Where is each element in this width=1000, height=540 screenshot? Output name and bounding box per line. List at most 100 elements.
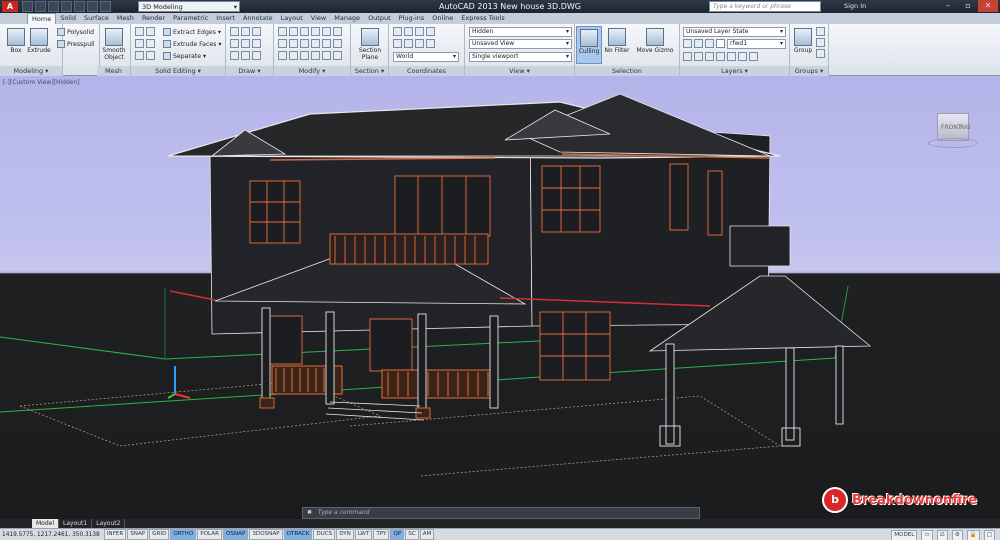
tab-output[interactable]: Output — [364, 13, 395, 24]
quick-view-layouts-icon[interactable]: ▭ — [921, 530, 933, 540]
match-layer-icon[interactable] — [705, 52, 714, 61]
ucs-dropdown[interactable]: World — [393, 52, 459, 62]
tab-surface[interactable]: Surface — [80, 13, 113, 24]
panel-label-draw[interactable]: Draw ▾ — [226, 66, 273, 76]
slice-icon[interactable] — [146, 39, 155, 48]
extrude-faces-button[interactable]: Extrude Faces ▾ — [163, 39, 221, 50]
group-edit-icon[interactable] — [816, 38, 825, 47]
toggle-sc[interactable]: SC — [405, 529, 419, 540]
region-icon[interactable] — [252, 51, 261, 60]
mirror-icon[interactable] — [311, 27, 320, 36]
search-input[interactable]: Type a keyword or phrase — [709, 1, 821, 12]
layer-freeze-icon[interactable] — [694, 39, 703, 48]
toggle-ducs[interactable]: DUCS — [313, 529, 336, 540]
undo-icon[interactable] — [87, 1, 98, 12]
tab-annotate[interactable]: Annotate — [239, 13, 277, 24]
move-gizmo-button[interactable]: Move Gizmo — [635, 26, 675, 64]
line-icon[interactable] — [230, 27, 239, 36]
group-select-icon[interactable] — [816, 49, 825, 58]
fillet-icon[interactable] — [322, 27, 331, 36]
close-icon[interactable]: ✕ — [978, 0, 998, 12]
union-icon[interactable] — [135, 27, 144, 36]
tab-home[interactable]: Home — [27, 13, 57, 24]
toggle-am[interactable]: AM — [419, 529, 435, 540]
ellipse-icon[interactable] — [241, 51, 250, 60]
toggle-polar[interactable]: POLAR — [197, 529, 222, 540]
group-button[interactable]: Group — [792, 26, 814, 64]
extrude-button[interactable]: Extrude — [24, 26, 54, 64]
ucs-z-icon[interactable] — [393, 39, 402, 48]
toggle-osnap[interactable]: OSNAP — [223, 529, 249, 540]
tab-layout[interactable]: Layout — [277, 13, 307, 24]
polyline-icon[interactable] — [241, 27, 250, 36]
ucs-view-icon[interactable] — [404, 39, 413, 48]
erase-icon[interactable] — [333, 39, 342, 48]
command-line[interactable]: ✖ Type a command — [302, 507, 700, 519]
command-input[interactable]: Type a command — [318, 509, 370, 516]
offset-icon[interactable] — [322, 39, 331, 48]
tab-insert[interactable]: Insert — [212, 13, 239, 24]
tab-mesh[interactable]: Mesh — [113, 13, 138, 24]
thicken-icon[interactable] — [146, 51, 155, 60]
toggle-lwt[interactable]: LWT — [354, 529, 373, 540]
open-icon[interactable] — [35, 1, 46, 12]
panel-label-solid-editing[interactable]: Solid Editing ▾ — [131, 66, 225, 76]
workspace-switch-icon[interactable]: ⚙ — [951, 530, 963, 540]
tab-view[interactable]: View — [307, 13, 330, 24]
current-layer-dropdown[interactable]: rfwd1 — [727, 39, 786, 49]
saved-view-dropdown[interactable]: Unsaved View — [469, 39, 572, 49]
make-current-icon[interactable] — [694, 52, 703, 61]
toggle-otrack[interactable]: OTRACK — [283, 529, 313, 540]
hatch-icon[interactable] — [252, 39, 261, 48]
arc-icon[interactable] — [230, 39, 239, 48]
no-filter-button[interactable]: No Filter — [603, 26, 631, 64]
section-plane-button[interactable]: Section Plane — [355, 26, 385, 64]
layer-on-icon[interactable] — [683, 39, 692, 48]
array-icon[interactable] — [333, 27, 342, 36]
save-icon[interactable] — [48, 1, 59, 12]
layer-properties-icon[interactable] — [683, 52, 692, 61]
tab-express-tools[interactable]: Express Tools — [457, 13, 508, 24]
3d-rotate-icon[interactable] — [289, 51, 298, 60]
panel-label-section[interactable]: Section ▾ — [351, 66, 388, 76]
layer-off-icon[interactable] — [749, 52, 758, 61]
sign-in-button[interactable]: Sign In — [844, 1, 866, 12]
extract-edges-button[interactable]: Extract Edges ▾ — [163, 27, 221, 38]
scale-icon[interactable] — [278, 39, 287, 48]
toggle-tpy[interactable]: TPY — [373, 529, 390, 540]
minimize-icon[interactable]: – — [938, 0, 958, 12]
viewport-config-dropdown[interactable]: Single viewport — [469, 52, 572, 62]
subtract-icon[interactable] — [146, 27, 155, 36]
panel-label-mesh[interactable]: Mesh — [97, 66, 130, 76]
tab-manage[interactable]: Manage — [330, 13, 364, 24]
panel-label-view[interactable]: View ▾ — [465, 66, 574, 76]
coordinate-readout[interactable]: 1419.5775, 1217.2461, 350.3138 — [2, 532, 100, 538]
tab-render[interactable]: Render — [138, 13, 169, 24]
unisolate-icon[interactable] — [738, 52, 747, 61]
new-icon[interactable] — [22, 1, 33, 12]
tab-parametric[interactable]: Parametric — [169, 13, 212, 24]
explode-icon[interactable] — [311, 51, 320, 60]
ucs-object-icon[interactable] — [415, 39, 424, 48]
layer-lock-icon[interactable] — [705, 39, 714, 48]
toggle-qp[interactable]: QP — [390, 529, 405, 540]
toggle-ortho[interactable]: ORTHO — [170, 529, 197, 540]
presspull-button[interactable]: Presspull — [57, 39, 95, 50]
toggle-infer[interactable]: INFER — [103, 529, 127, 540]
application-menu-button[interactable]: A — [2, 1, 18, 12]
house-3d-model[interactable] — [0, 76, 1000, 519]
panel-label-groups[interactable]: Groups ▾ — [790, 66, 828, 76]
ungroup-icon[interactable] — [816, 27, 825, 36]
redo-icon[interactable] — [100, 1, 111, 12]
ucs-y-icon[interactable] — [426, 27, 435, 36]
intersect-icon[interactable] — [135, 39, 144, 48]
layer-color-icon[interactable] — [716, 39, 725, 48]
ucs-origin-icon[interactable] — [404, 27, 413, 36]
ucs-icon[interactable] — [393, 27, 402, 36]
ucs-x-icon[interactable] — [415, 27, 424, 36]
culling-button[interactable]: Culling — [576, 26, 602, 64]
trim-icon[interactable] — [300, 39, 309, 48]
isolate-icon[interactable] — [727, 52, 736, 61]
ucs-face-icon[interactable] — [426, 39, 435, 48]
annotation-scale-icon[interactable]: ⚖ — [936, 530, 948, 540]
